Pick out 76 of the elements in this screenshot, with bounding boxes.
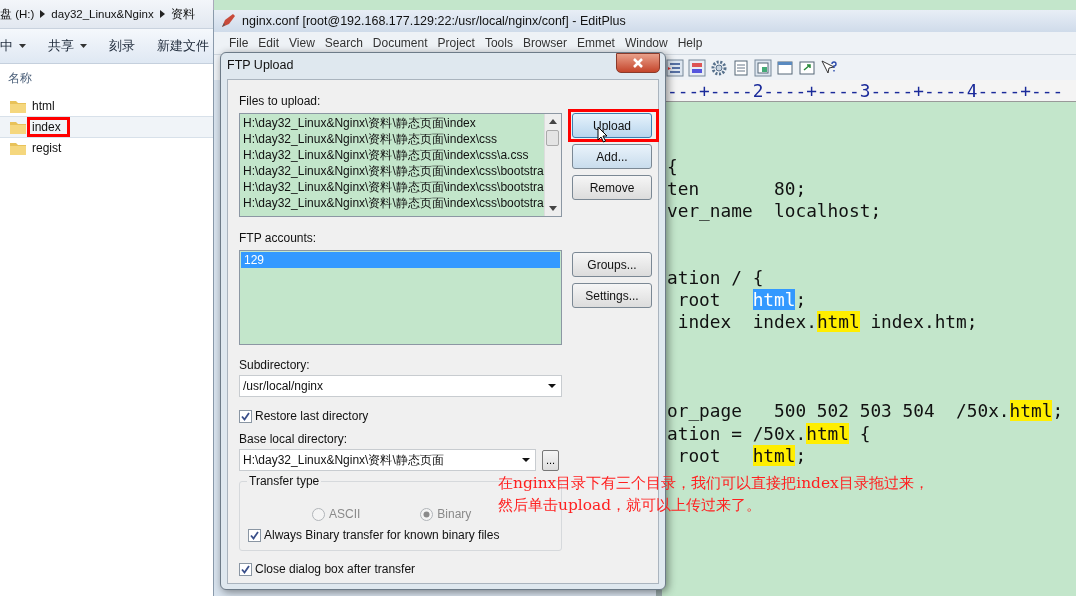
menu-item[interactable]: Edit (253, 36, 285, 50)
field-label: Base local directory: (239, 432, 349, 446)
menu-item[interactable]: Tools (479, 36, 518, 50)
code-line: index index.html index.htm; (676, 311, 978, 334)
folder-icon (10, 120, 26, 134)
browse-button[interactable]: ... (542, 449, 559, 471)
directory-dropdown[interactable]: H:\day32_Linux&Nginx\资料\静态页面 (239, 449, 536, 471)
menu-item[interactable]: Browser (517, 36, 572, 50)
field-label: Files to upload: (239, 94, 322, 108)
file-list[interactable] (239, 113, 562, 217)
group-title: Transfer type (247, 474, 322, 488)
file-path[interactable]: H:\day32_Linux&Nginx\资料\静态页面\index\css (240, 131, 544, 147)
chevron-icon (40, 10, 46, 18)
menu-item[interactable]: Window (619, 36, 673, 50)
checkbox-label[interactable]: Restore last directory (255, 409, 369, 423)
export-icon[interactable] (798, 58, 816, 77)
menu-item[interactable]: Document (367, 36, 433, 50)
folder-icon (10, 141, 26, 155)
breadcrumb-item[interactable]: 资料 (170, 6, 195, 22)
file-name[interactable]: regist (27, 138, 71, 158)
breadcrumb-item[interactable]: day32_Linux&Nginx (51, 8, 154, 20)
file-path[interactable]: H:\day32_Linux&Nginx\资料\静态页面\index\css\bootstra (240, 163, 544, 179)
folder-icon (10, 99, 26, 113)
chevron-icon (159, 10, 165, 18)
code-line: ten 80; (667, 177, 807, 200)
panel-icon[interactable] (754, 58, 772, 77)
list-icon[interactable] (666, 58, 684, 77)
code-line: ation / { (667, 266, 764, 289)
file-path[interactable]: H:\day32_Linux&Nginx\资料\静态页面\index\css\bootstra (240, 179, 544, 195)
menu-item[interactable]: Emmet (571, 36, 620, 50)
menu-item[interactable]: File (224, 36, 254, 50)
toolbar-button[interactable]: 刻录 (109, 37, 135, 55)
file-path[interactable]: H:\day32_Linux&Nginx\资料\静态页面\index\css\bootstra (240, 195, 544, 211)
toolbar-button[interactable]: 中 (0, 37, 26, 55)
menu-item[interactable]: View (284, 36, 320, 50)
toolbar-button[interactable]: 共享 (48, 37, 87, 55)
dropdown-arrow-icon (548, 384, 556, 388)
menu-item[interactable]: Help (672, 36, 708, 50)
close-button[interactable] (616, 53, 660, 73)
action-button[interactable]: Upload (572, 113, 652, 138)
field-label: Subdirectory: (239, 358, 311, 372)
scrollbar[interactable] (544, 114, 561, 216)
annotation-text: 在nginx目录下有三个目录，我们可以直接把index目录拖过来， (498, 473, 929, 494)
field-label: FTP accounts: (239, 231, 318, 245)
breadcrumb-item[interactable]: 盘 (H:) (0, 6, 35, 22)
code-line: root html; (676, 289, 807, 312)
dialog-title: FTP Upload (227, 58, 294, 72)
annotation-text: 然后单击upload，就可以上传过来了。 (498, 495, 762, 516)
file-name[interactable]: html (27, 96, 64, 116)
file-name[interactable]: index (27, 117, 70, 137)
file-path[interactable]: H:\day32_Linux&Nginx\资料\静态页面\index (240, 115, 544, 131)
dropdown-arrow-icon (522, 458, 530, 462)
subdirectory-dropdown[interactable]: /usr/local/nginx (239, 375, 562, 397)
pen-icon (220, 13, 236, 29)
code-line: root html; (676, 444, 807, 467)
scrollbar-thumb[interactable] (546, 130, 559, 146)
up-arrow-icon (549, 119, 557, 124)
sort-icon[interactable] (688, 58, 706, 77)
window-icon[interactable] (776, 58, 794, 77)
code-line: { (667, 155, 678, 178)
file-path[interactable]: H:\day32_Linux&Nginx\资料\静态页面\index\css\a.css (240, 147, 544, 163)
gear-icon[interactable] (710, 58, 728, 77)
code-line: ation = /50x.html { (667, 422, 871, 445)
menu-item[interactable]: Project (432, 36, 480, 50)
code-line: ver_name localhost; (667, 200, 882, 223)
action-button[interactable]: Settings... (572, 283, 652, 308)
column-header[interactable]: 名称 (8, 71, 32, 85)
window-title: nginx.conf [root@192.168.177.129:22:/usr/local/nginx/conf] - EditPlus (242, 14, 626, 28)
checkbox-label[interactable]: Close dialog box after transfer (255, 562, 416, 576)
code-line: or_page 500 502 503 504 /50x.html; (667, 400, 1064, 423)
down-arrow-icon (549, 206, 557, 211)
action-button[interactable]: Remove (572, 175, 652, 200)
toolbar-button[interactable]: 新建文件 (157, 37, 209, 55)
menu-item[interactable]: Search (319, 36, 368, 50)
action-button[interactable]: Add... (572, 144, 652, 169)
action-button[interactable]: Groups... (572, 252, 652, 277)
